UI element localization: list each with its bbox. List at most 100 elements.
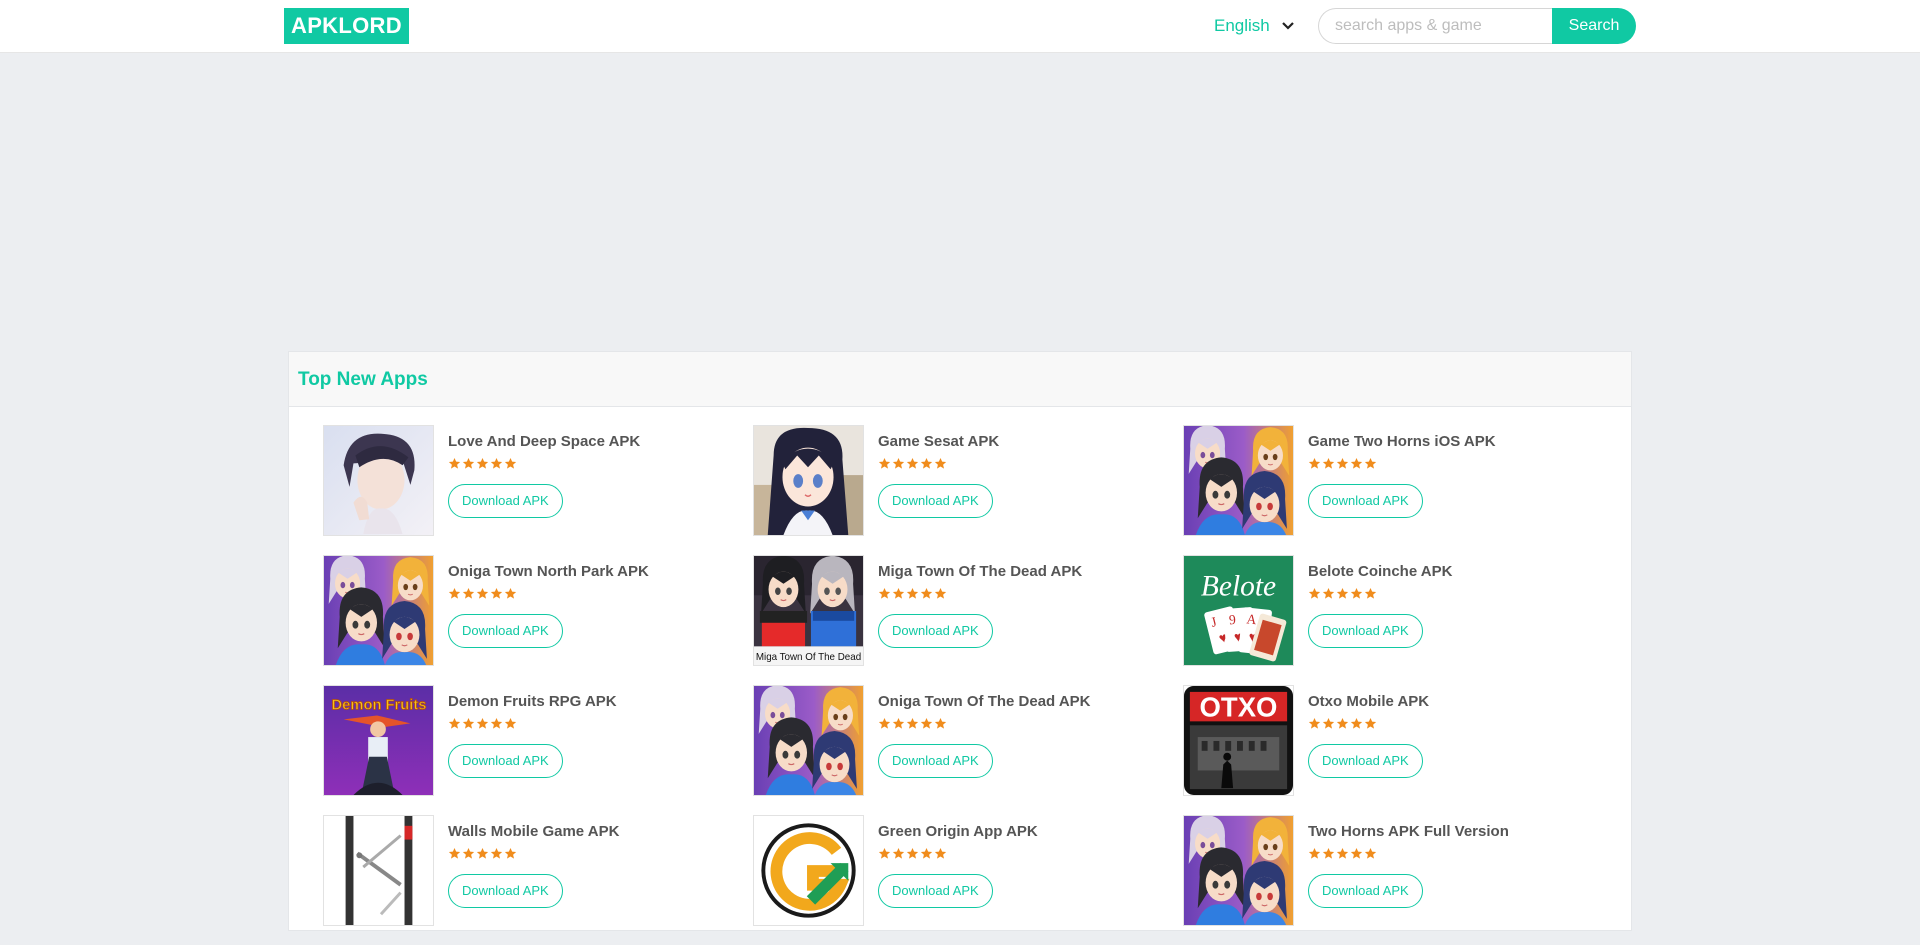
star-icon <box>504 457 517 471</box>
star-icon <box>1364 717 1377 731</box>
app-card: Love And Deep Space APK Download APK <box>323 425 753 555</box>
app-name[interactable]: Green Origin App APK <box>878 823 1038 841</box>
app-name[interactable]: Love And Deep Space APK <box>448 433 640 451</box>
app-card: Game Sesat APK Download APK <box>753 425 1183 555</box>
language-label: English <box>1214 16 1270 35</box>
app-name[interactable]: Oniga Town Of The Dead APK <box>878 693 1091 711</box>
language-selector[interactable]: English <box>1214 14 1296 38</box>
download-apk-button[interactable]: Download APK <box>1308 614 1423 648</box>
app-grid: Love And Deep Space APK Download APK Gam… <box>323 425 1613 945</box>
star-rating <box>448 847 619 861</box>
download-apk-button[interactable]: Download APK <box>878 614 993 648</box>
app-thumbnail[interactable] <box>323 425 434 536</box>
app-card: Miga Town Of The Dead Miga Town Of The D… <box>753 555 1183 685</box>
app-thumbnail[interactable]: OTXO <box>1183 685 1294 796</box>
star-icon <box>920 847 933 861</box>
star-icon <box>448 717 461 731</box>
card-game-icon: Belote J ♥ 9 ♥ A ♥ <box>1184 556 1293 665</box>
star-rating <box>878 847 1038 861</box>
star-rating <box>878 457 999 471</box>
star-icon <box>448 457 461 471</box>
app-name[interactable]: Oniga Town North Park APK <box>448 563 649 581</box>
site-logo[interactable]: APKLORD <box>284 8 409 44</box>
star-icon <box>878 457 891 471</box>
section-title: Top New Apps <box>298 369 428 390</box>
star-icon <box>462 847 475 861</box>
star-icon <box>476 457 489 471</box>
download-apk-button[interactable]: Download APK <box>878 874 993 908</box>
app-thumbnail[interactable] <box>1183 815 1294 926</box>
download-apk-button[interactable]: Download APK <box>448 614 563 648</box>
app-card: Game Two Horns iOS APK Download APK <box>1183 425 1613 555</box>
star-icon <box>1350 587 1363 601</box>
star-icon <box>504 847 517 861</box>
app-thumbnail[interactable] <box>753 425 864 536</box>
star-icon <box>1308 457 1321 471</box>
star-icon <box>1322 587 1335 601</box>
star-icon <box>476 717 489 731</box>
svg-text:Belote: Belote <box>1201 570 1276 602</box>
star-rating <box>878 717 1091 731</box>
download-apk-button[interactable]: Download APK <box>448 744 563 778</box>
app-name[interactable]: Belote Coinche APK <box>1308 563 1452 581</box>
star-icon <box>1350 847 1363 861</box>
download-apk-button[interactable]: Download APK <box>878 744 993 778</box>
star-icon <box>892 457 905 471</box>
star-icon <box>504 717 517 731</box>
star-icon <box>878 847 891 861</box>
star-icon <box>462 457 475 471</box>
app-card: OTXO Otxo Mobile APK Download APK <box>1183 685 1613 815</box>
app-card: Two Horns APK Full Version Download APK <box>1183 815 1613 945</box>
star-rating <box>1308 847 1509 861</box>
svg-text:Demon Fruits: Demon Fruits <box>332 698 427 714</box>
app-thumbnail[interactable] <box>753 815 864 926</box>
download-apk-button[interactable]: Download APK <box>448 874 563 908</box>
app-name[interactable]: Demon Fruits RPG APK <box>448 693 617 711</box>
otxo-icon: OTXO <box>1184 686 1293 795</box>
download-apk-button[interactable]: Download APK <box>878 484 993 518</box>
star-icon <box>490 457 503 471</box>
app-name[interactable]: Game Sesat APK <box>878 433 999 451</box>
app-thumbnail[interactable] <box>753 685 864 796</box>
star-icon <box>490 587 503 601</box>
portrait-icon <box>324 426 433 535</box>
svg-text:OTXO: OTXO <box>1200 691 1278 722</box>
search-button[interactable]: Search <box>1552 8 1636 44</box>
star-icon <box>1364 847 1377 861</box>
walls-icon <box>324 816 433 925</box>
app-name[interactable]: Otxo Mobile APK <box>1308 693 1429 711</box>
app-thumbnail[interactable]: Miga Town Of The Dead <box>753 555 864 666</box>
star-icon <box>934 587 947 601</box>
app-thumbnail[interactable]: Belote J ♥ 9 ♥ A ♥ <box>1183 555 1294 666</box>
star-icon <box>906 587 919 601</box>
star-icon <box>476 587 489 601</box>
download-apk-button[interactable]: Download APK <box>1308 484 1423 518</box>
star-icon <box>1350 717 1363 731</box>
download-apk-button[interactable]: Download APK <box>1308 744 1423 778</box>
app-name[interactable]: Two Horns APK Full Version <box>1308 823 1509 841</box>
star-icon <box>1350 457 1363 471</box>
app-thumbnail[interactable] <box>1183 425 1294 536</box>
app-card: Belote J ♥ 9 ♥ A ♥ Belote Coinche APK Downl… <box>1183 555 1613 685</box>
star-icon <box>892 717 905 731</box>
app-thumbnail[interactable]: Demon Fruits <box>323 685 434 796</box>
panel-header: Top New Apps <box>289 352 1631 407</box>
app-thumbnail[interactable] <box>323 815 434 926</box>
download-apk-button[interactable]: Download APK <box>1308 874 1423 908</box>
star-icon <box>448 847 461 861</box>
star-icon <box>878 717 891 731</box>
star-icon <box>1336 587 1349 601</box>
star-icon <box>462 717 475 731</box>
top-new-apps-panel: Top New Apps Love And Deep Space APK Dow… <box>288 351 1632 931</box>
star-icon <box>1308 587 1321 601</box>
chevron-down-icon <box>1280 18 1296 34</box>
app-name[interactable]: Walls Mobile Game APK <box>448 823 619 841</box>
star-icon <box>1336 847 1349 861</box>
star-icon <box>1308 717 1321 731</box>
app-name[interactable]: Miga Town Of The Dead APK <box>878 563 1082 581</box>
search-input[interactable] <box>1318 8 1552 44</box>
app-thumbnail[interactable] <box>323 555 434 666</box>
star-icon <box>920 457 933 471</box>
download-apk-button[interactable]: Download APK <box>448 484 563 518</box>
app-name[interactable]: Game Two Horns iOS APK <box>1308 433 1496 451</box>
